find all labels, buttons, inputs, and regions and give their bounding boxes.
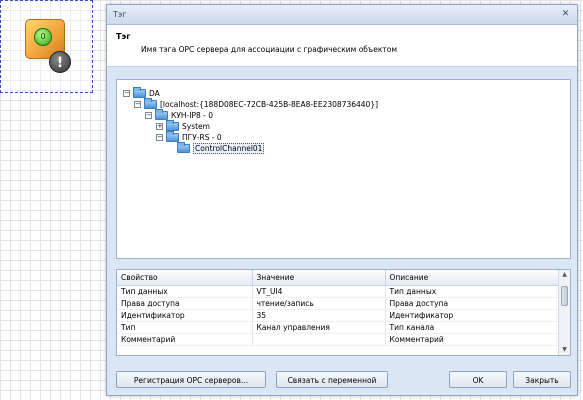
description-cell: Идентификатор (385, 309, 560, 322)
description-cell: Тип данных (385, 285, 560, 298)
close-icon[interactable]: ✕ (560, 9, 571, 20)
property-cell: Тип (117, 321, 253, 334)
property-cell: Комментарий (117, 333, 253, 346)
column-header-property[interactable]: Свойство (117, 270, 253, 286)
tree-node-system[interactable]: + System (156, 120, 210, 132)
value-cell: VT_UI4 (252, 285, 386, 298)
opc-tag-tree: − DA − [localhost:{188D08EC-72CB-425B-8E… (116, 79, 571, 259)
tree-node-label: [localhost:{188D08EC-72CB-425B-8EA8-EE23… (160, 100, 379, 109)
register-opc-servers-button[interactable]: Регистрация OPC серверов... (116, 371, 266, 388)
dialog-titlebar: Тэг ✕ (107, 5, 577, 25)
description-cell: Комментарий (385, 333, 560, 346)
table-row[interactable]: Тип Канал управления Тип канала (117, 321, 560, 334)
properties-header-row: Свойство Значение Описание (117, 270, 560, 286)
canvas-selected-element[interactable]: 0 ! (0, 0, 93, 93)
vertical-scrollbar[interactable]: ▲ ▼ (558, 270, 570, 355)
property-cell: Права доступа (117, 297, 253, 310)
description-cell: Тип канала (385, 321, 560, 334)
folder-icon (166, 131, 179, 142)
tree-node-da[interactable]: − DA (123, 87, 160, 99)
folder-icon (166, 120, 179, 131)
folder-icon (133, 87, 146, 98)
table-row[interactable]: Тип данных VT_UI4 Тип данных (117, 285, 560, 298)
close-button[interactable]: Закрыть (513, 371, 571, 388)
property-cell: Тип данных (117, 285, 253, 298)
tree-node-server[interactable]: − [localhost:{188D08EC-72CB-425B-8EA8-EE… (134, 98, 379, 110)
property-cell: Идентификатор (117, 309, 253, 322)
dialog-title: Тэг (113, 10, 127, 19)
tree-node-label: ПГУ-RS - 0 (182, 133, 222, 142)
tag-dialog: Тэг ✕ Тэг Имя тэга OPC сервера для ассоц… (106, 4, 578, 396)
column-header-value[interactable]: Значение (252, 270, 386, 286)
table-row[interactable]: Идентификатор 35 Идентификатор (117, 309, 560, 322)
table-row[interactable]: Права доступа чтение/запись Права доступ… (117, 297, 560, 310)
device-knob-icon: 0 (34, 28, 52, 46)
tree-node-label: ControlChannel01 (193, 143, 265, 154)
tree-node-pgu[interactable]: − ПГУ-RS - 0 (156, 131, 222, 143)
collapse-icon[interactable]: − (123, 90, 130, 97)
value-cell: Канал управления (252, 321, 386, 334)
value-cell: чтение/запись (252, 297, 386, 310)
table-row[interactable]: Комментарий Комментарий (117, 333, 560, 346)
tree-node-label: System (182, 122, 210, 131)
tree-node-kun[interactable]: − КУН-IP8 - 0 (145, 109, 213, 121)
header-title: Тэг (116, 32, 131, 41)
folder-icon (144, 98, 157, 109)
bind-variable-button[interactable]: Связать с переменной (276, 371, 388, 388)
scroll-down-icon[interactable]: ▼ (559, 345, 570, 355)
folder-icon (155, 109, 168, 120)
scroll-thumb[interactable] (561, 286, 568, 306)
description-cell: Права доступа (385, 297, 560, 310)
tree-node-controlchannel[interactable]: ControlChannel01 (177, 142, 265, 154)
expand-icon[interactable]: + (156, 123, 163, 130)
properties-grid: Свойство Значение Описание Тип данных VT… (116, 269, 571, 356)
value-cell (252, 333, 386, 346)
tree-node-label: DA (149, 89, 160, 98)
column-header-description[interactable]: Описание (385, 270, 560, 286)
collapse-icon[interactable]: − (134, 101, 141, 108)
collapse-icon[interactable]: − (156, 134, 163, 141)
value-cell: 35 (252, 309, 386, 322)
scroll-up-icon[interactable]: ▲ (559, 270, 570, 280)
tree-node-label: КУН-IP8 - 0 (171, 111, 213, 120)
header-description: Имя тэга OPC сервера для ассоциации с гр… (141, 45, 397, 54)
dialog-header: Тэг Имя тэга OPC сервера для ассоциации … (107, 25, 577, 67)
warning-icon: ! (49, 51, 71, 73)
collapse-icon[interactable]: − (145, 112, 152, 119)
ok-button[interactable]: OK (449, 371, 507, 388)
folder-icon (177, 142, 190, 153)
